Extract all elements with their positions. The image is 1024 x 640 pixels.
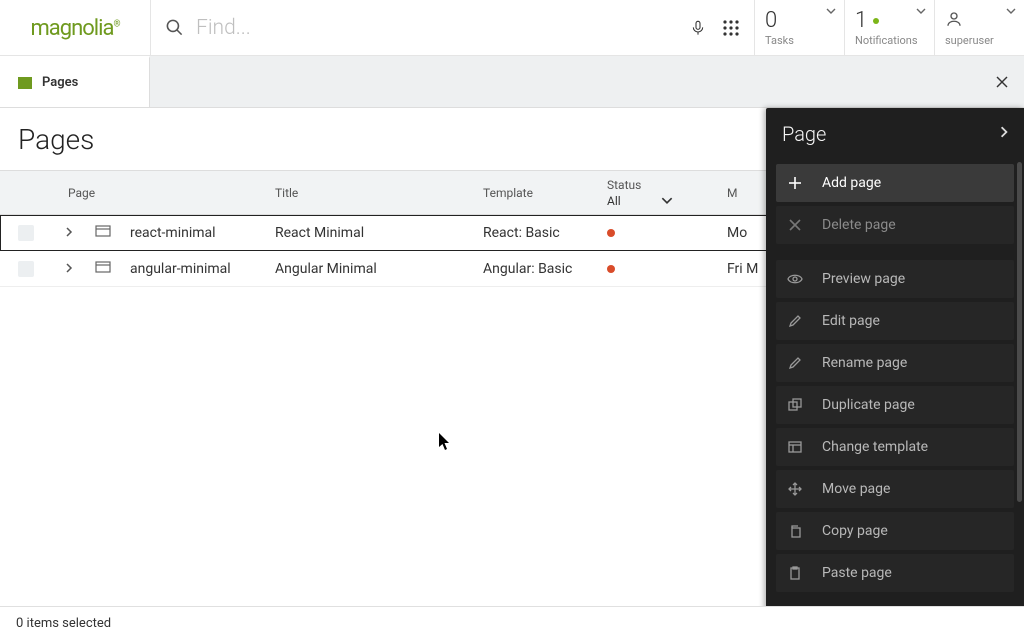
expand-icon[interactable]: [65, 261, 73, 277]
logo[interactable]: magnolia®: [0, 0, 151, 55]
edit-page-button[interactable]: Edit page: [776, 302, 1014, 340]
cell-page-name: react-minimal: [120, 215, 265, 250]
cell-title: React Minimal: [265, 215, 473, 250]
app-launcher-icon[interactable]: [722, 19, 740, 37]
duplicate-page-button[interactable]: Duplicate page: [776, 386, 1014, 424]
chevron-down-icon: [661, 197, 673, 204]
global-search: [151, 0, 754, 55]
eye-icon: [786, 273, 804, 285]
copy-icon: [786, 524, 804, 538]
tasks-indicator[interactable]: 0 Tasks: [754, 0, 844, 55]
template-icon: [786, 441, 804, 453]
plus-icon: [786, 176, 804, 190]
col-header-template[interactable]: Template: [473, 171, 597, 214]
unread-dot-icon: [873, 18, 879, 24]
page-icon: [95, 261, 111, 277]
page-icon: [95, 225, 111, 241]
move-icon: [786, 482, 804, 496]
expand-icon[interactable]: [65, 225, 73, 241]
col-header-status: Status All: [597, 171, 717, 214]
col-header-page[interactable]: Page: [52, 171, 265, 214]
panel-scrollbar[interactable]: [1017, 162, 1022, 502]
cell-template: Angular: Basic: [473, 251, 597, 286]
panel-collapse-icon[interactable]: [1000, 126, 1008, 142]
status-filter-select[interactable]: All: [607, 194, 673, 208]
close-icon: [786, 219, 804, 231]
search-icon: [165, 18, 184, 37]
notifications-count: 1: [855, 10, 867, 32]
cursor-icon: [438, 433, 452, 455]
cell-page-name: angular-minimal: [120, 251, 265, 286]
tab-pages[interactable]: Pages: [0, 56, 150, 107]
copy-page-button[interactable]: Copy page: [776, 512, 1014, 550]
pages-app-icon: [18, 77, 32, 89]
cell-title: Angular Minimal: [265, 251, 473, 286]
user-menu[interactable]: superuser: [934, 0, 1024, 55]
chevron-down-icon: [916, 8, 926, 14]
mic-icon[interactable]: [690, 18, 706, 38]
notifications-indicator[interactable]: 1 Notifications: [844, 0, 934, 55]
row-checkbox[interactable]: [18, 225, 34, 241]
search-input[interactable]: [196, 16, 678, 40]
preview-page-button[interactable]: Preview page: [776, 260, 1014, 298]
close-tab-button[interactable]: [980, 56, 1024, 107]
action-panel: Page Add page Delete page Preview page E…: [766, 108, 1024, 628]
app-header: magnolia® 0 Tasks 1 Notifications superu…: [0, 0, 1024, 56]
pencil-icon: [786, 356, 804, 370]
status-bar: 0 items selected: [0, 606, 1024, 640]
paste-icon: [786, 566, 804, 580]
notifications-label: Notifications: [855, 34, 924, 47]
status-dot-icon: [607, 229, 615, 237]
chevron-down-icon: [1006, 8, 1016, 14]
paste-page-button[interactable]: Paste page: [776, 554, 1014, 592]
status-dot-icon: [607, 265, 615, 273]
delete-page-button[interactable]: Delete page: [776, 206, 1014, 244]
col-header-title[interactable]: Title: [265, 171, 473, 214]
app-tabbar: Pages: [0, 56, 1024, 108]
cell-template: React: Basic: [473, 215, 597, 250]
user-icon: [945, 10, 1014, 32]
row-checkbox[interactable]: [18, 261, 34, 277]
panel-title: Page: [782, 122, 826, 146]
add-page-button[interactable]: Add page: [776, 164, 1014, 202]
selection-count: 0 items selected: [16, 616, 111, 631]
tasks-count: 0: [765, 10, 834, 32]
user-name: superuser: [945, 34, 1014, 47]
change-template-button[interactable]: Change template: [776, 428, 1014, 466]
chevron-down-icon: [826, 8, 836, 14]
tasks-label: Tasks: [765, 34, 834, 47]
pencil-icon: [786, 314, 804, 328]
tab-label: Pages: [42, 75, 78, 90]
rename-page-button[interactable]: Rename page: [776, 344, 1014, 382]
move-page-button[interactable]: Move page: [776, 470, 1014, 508]
duplicate-icon: [786, 398, 804, 412]
